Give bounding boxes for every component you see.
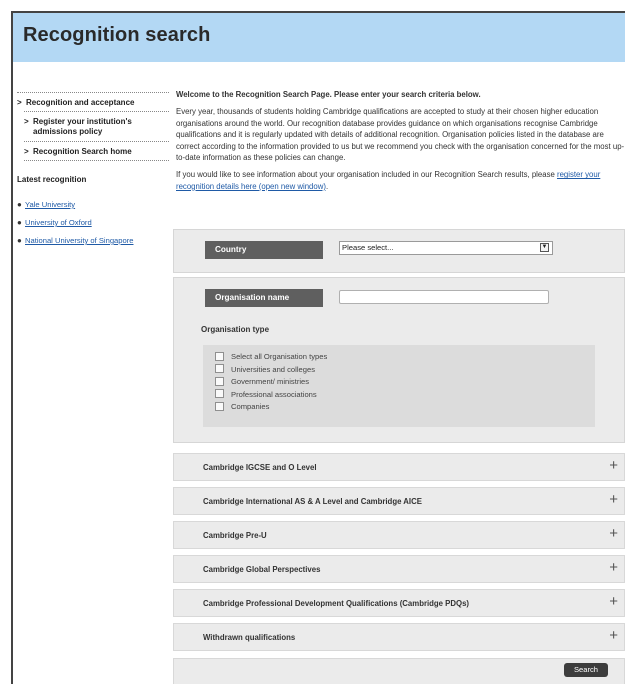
plus-icon[interactable]: + [609, 594, 618, 610]
plus-icon[interactable]: + [609, 458, 618, 474]
sidebar-item-recognition-acceptance[interactable]: > Recognition and acceptance [17, 92, 169, 111]
checkbox-government[interactable]: Government/ ministries [215, 376, 595, 389]
accordion-as-a-level[interactable]: Cambridge International AS & A Level and… [173, 487, 625, 515]
page-header: Recognition search [13, 13, 625, 62]
sidebar: > Recognition and acceptance > Register yo… [17, 92, 169, 254]
accordion-global-perspectives[interactable]: Cambridge Global Perspectives + [173, 555, 625, 583]
sidebar-item-search-home[interactable]: > Recognition Search home [24, 141, 169, 161]
search-bar: Search [173, 658, 625, 684]
organisation-panel: Organisation name Organisation type Sele… [173, 277, 625, 443]
link-yale[interactable]: Yale University [25, 200, 75, 209]
latest-recognition-heading: Latest recognition [17, 175, 87, 184]
page-title: Recognition search [23, 24, 211, 46]
intro-text: Every year, thousands of students holdin… [176, 107, 625, 163]
checkbox-icon[interactable] [215, 376, 224, 386]
chevron-right-icon: > [24, 147, 29, 156]
plus-icon[interactable]: + [609, 492, 618, 508]
sidebar-item-register-policy[interactable]: > Register your institution's admissions … [24, 111, 169, 141]
organisation-name-input[interactable] [339, 290, 549, 304]
accordion-pre-u[interactable]: Cambridge Pre-U + [173, 521, 625, 549]
search-button[interactable]: Search [564, 663, 608, 677]
accordion-pdqs[interactable]: Cambridge Professional Development Quali… [173, 589, 625, 617]
dropdown-arrow-icon: ▼ [540, 243, 549, 252]
list-item: ● University of Oxford [17, 218, 169, 227]
welcome-text: Welcome to the Recognition Search Page. … [176, 90, 481, 99]
checkbox-icon[interactable] [215, 401, 224, 411]
plus-icon[interactable]: + [609, 526, 618, 542]
link-oxford[interactable]: University of Oxford [25, 218, 92, 227]
checkbox-professional[interactable]: Professional associations [215, 389, 595, 402]
page-frame: Recognition search > Recognition and acce… [11, 11, 625, 684]
register-paragraph: If you would like to see information abo… [176, 170, 601, 191]
organisation-type-label: Organisation type [201, 325, 270, 334]
checkbox-select-all[interactable]: Select all Organisation types [215, 351, 595, 364]
checkbox-icon[interactable] [215, 389, 224, 398]
bullet-icon: ● [17, 200, 22, 209]
plus-icon[interactable]: + [609, 628, 618, 644]
latest-recognition-list: ● Yale University ● University of Oxford ●… [17, 200, 169, 245]
country-panel: Country Please select... ▼ [173, 229, 625, 273]
checkbox-icon[interactable] [215, 351, 224, 361]
checkbox-icon[interactable] [215, 364, 224, 373]
accordion-igcse[interactable]: Cambridge IGCSE and O Level + [173, 453, 625, 481]
list-item: ● Yale University [17, 200, 169, 209]
link-nus[interactable]: National University of Singapore [25, 236, 133, 245]
plus-icon[interactable]: + [609, 560, 618, 576]
chevron-right-icon: > [17, 98, 22, 107]
organisation-name-label: Organisation name [205, 289, 323, 307]
country-select[interactable]: Please select... ▼ [339, 241, 553, 255]
accordion-withdrawn[interactable]: Withdrawn qualifications + [173, 623, 625, 651]
bullet-icon: ● [17, 236, 22, 245]
main-content: Welcome to the Recognition Search Page. … [176, 89, 625, 198]
bullet-icon: ● [17, 218, 22, 227]
chevron-right-icon: > [24, 117, 29, 126]
checkbox-universities[interactable]: Universities and colleges [215, 364, 595, 377]
organisation-type-list: Select all Organisation types Universiti… [203, 345, 595, 427]
checkbox-companies[interactable]: Companies [215, 401, 595, 414]
country-label: Country [205, 241, 323, 259]
list-item: ● National University of Singapore [17, 236, 169, 245]
